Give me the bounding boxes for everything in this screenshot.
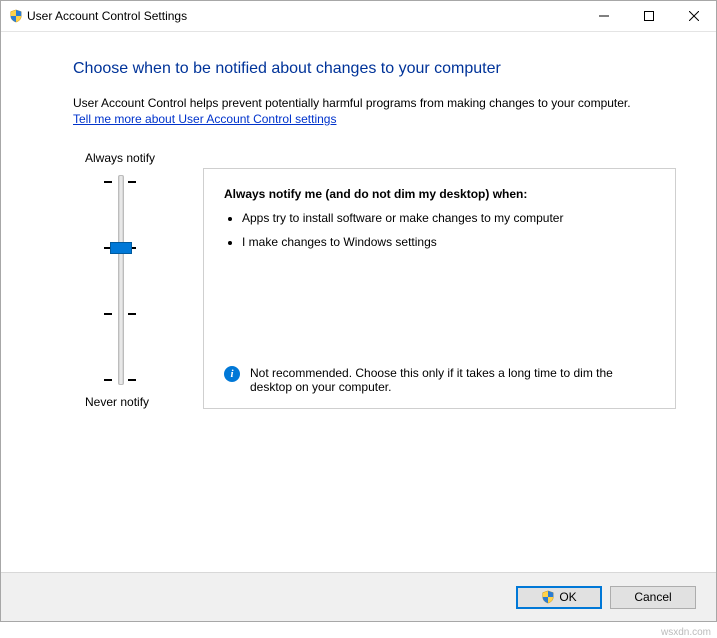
maximize-button[interactable] <box>626 1 671 31</box>
description-bullet: I make changes to Windows settings <box>242 235 655 249</box>
ok-button-label: OK <box>559 590 576 604</box>
learn-more-link[interactable]: Tell me more about User Account Control … <box>73 112 336 126</box>
description-title: Always notify me (and do not dim my desk… <box>224 187 655 201</box>
cancel-button-label: Cancel <box>634 590 671 604</box>
slider-top-label: Always notify <box>85 151 203 165</box>
uac-shield-icon <box>9 9 23 23</box>
slider-bottom-label: Never notify <box>85 395 203 409</box>
cancel-button[interactable]: Cancel <box>610 586 696 609</box>
title-bar[interactable]: User Account Control Settings <box>1 1 716 32</box>
notification-slider[interactable] <box>108 175 203 385</box>
minimize-button[interactable] <box>581 1 626 31</box>
description-panel: Always notify me (and do not dim my desk… <box>203 168 676 409</box>
window-title: User Account Control Settings <box>27 9 581 23</box>
window-controls <box>581 1 716 31</box>
footer-bar: OK Cancel <box>1 572 716 621</box>
close-button[interactable] <box>671 1 716 31</box>
slider-thumb[interactable] <box>110 242 132 254</box>
page-subtext: User Account Control helps prevent poten… <box>73 96 676 110</box>
uac-shield-icon <box>541 590 555 604</box>
page-heading: Choose when to be notified about changes… <box>73 60 676 78</box>
uac-settings-window: User Account Control Settings Choose whe… <box>0 0 717 622</box>
description-bullet: Apps try to install software or make cha… <box>242 211 655 225</box>
description-list: Apps try to install software or make cha… <box>242 211 655 249</box>
recommendation-text: Not recommended. Choose this only if it … <box>250 366 655 394</box>
ok-button[interactable]: OK <box>516 586 602 609</box>
watermark: wsxdn.com <box>661 627 711 638</box>
content-area: Choose when to be notified about changes… <box>1 32 716 409</box>
info-icon: i <box>224 366 240 382</box>
recommendation-row: i Not recommended. Choose this only if i… <box>224 366 655 394</box>
slider-column: Always notify Never notify <box>73 146 203 409</box>
